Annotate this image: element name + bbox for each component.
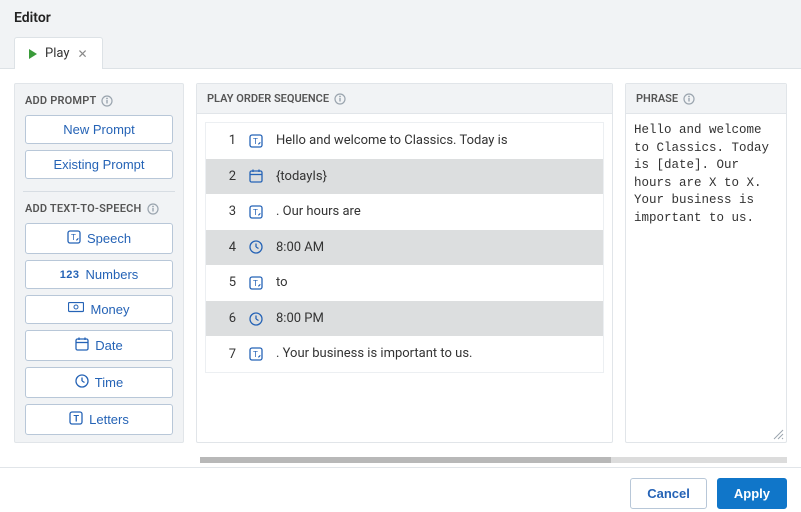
- cancel-label: Cancel: [647, 486, 690, 501]
- svg-text:T: T: [71, 233, 76, 242]
- page-title: Editor: [14, 10, 787, 26]
- date-icon: [248, 168, 264, 184]
- footer: Cancel Apply: [0, 467, 801, 509]
- sequence-text: 8:00 AM: [276, 239, 324, 257]
- tab-play[interactable]: Play ✕: [14, 37, 103, 69]
- info-icon[interactable]: [683, 93, 695, 105]
- editor-header: Editor Play ✕: [0, 0, 801, 69]
- svg-text:T: T: [74, 414, 80, 424]
- apply-button[interactable]: Apply: [717, 478, 787, 509]
- existing-prompt-button[interactable]: Existing Prompt: [25, 150, 173, 179]
- info-icon[interactable]: [334, 93, 346, 105]
- time-label: Time: [95, 375, 123, 390]
- phrase-panel: PHRASE Hello and welcome to Classics. To…: [625, 83, 787, 443]
- phrase-heading: PHRASE: [626, 84, 786, 114]
- calendar-icon: [75, 337, 89, 354]
- content: PLAY ORDER SEQUENCE 1 T Hello and welcome …: [196, 83, 787, 443]
- sequence-text: {todayIs}: [276, 168, 327, 186]
- svg-text:T: T: [253, 279, 258, 288]
- sequence-text: to: [276, 274, 288, 292]
- sequence-text: Hello and welcome to Classics. Today is: [276, 132, 508, 150]
- sequence-text: . Our hours are: [276, 203, 361, 221]
- speech-icon: T: [248, 346, 264, 362]
- info-icon[interactable]: [101, 95, 113, 107]
- new-prompt-button[interactable]: New Prompt: [25, 115, 173, 144]
- sequence-number: 1: [218, 133, 236, 148]
- numbers-button[interactable]: 123 Numbers: [25, 260, 173, 289]
- add-tts-heading-label: ADD TEXT-TO-SPEECH: [25, 202, 142, 215]
- speech-icon: T: [248, 275, 264, 291]
- letters-label: Letters: [89, 412, 129, 427]
- sequence-text: 8:00 PM: [276, 310, 324, 328]
- add-prompt-heading: ADD PROMPT: [25, 94, 173, 107]
- letters-button[interactable]: T Letters: [25, 404, 173, 435]
- numbers-label: Numbers: [86, 267, 139, 282]
- money-label: Money: [90, 302, 129, 317]
- sequence-number: 5: [218, 275, 236, 290]
- horizontal-scrollbar[interactable]: [200, 457, 787, 463]
- date-label: Date: [95, 338, 122, 353]
- tabs: Play ✕: [14, 36, 787, 68]
- sequence-row[interactable]: 3 T . Our hours are: [206, 194, 603, 230]
- svg-text:T: T: [253, 137, 258, 146]
- speech-button[interactable]: T Speech: [25, 223, 173, 254]
- speech-label: Speech: [87, 231, 131, 246]
- divider: [23, 191, 175, 192]
- time-icon: [248, 311, 264, 327]
- numbers-icon: 123: [60, 269, 80, 281]
- sequence-text: . Your business is important to us.: [276, 345, 472, 363]
- speech-icon: T: [67, 230, 81, 247]
- time-button[interactable]: Time: [25, 367, 173, 398]
- sequence-row[interactable]: 5 Tto: [206, 265, 603, 301]
- sequence-row[interactable]: 4 8:00 AM: [206, 230, 603, 266]
- new-prompt-label: New Prompt: [63, 122, 135, 137]
- cancel-button[interactable]: Cancel: [630, 478, 707, 509]
- sequence-row[interactable]: 6 8:00 PM: [206, 301, 603, 337]
- info-icon[interactable]: [147, 203, 159, 215]
- letters-icon: T: [69, 411, 83, 428]
- sequence-row[interactable]: 7 T . Your business is important to us.: [206, 336, 603, 372]
- speech-icon: T: [248, 204, 264, 220]
- sequence-number: 3: [218, 204, 236, 219]
- time-icon: [248, 239, 264, 255]
- scrollbar-thumb[interactable]: [200, 457, 611, 463]
- svg-text:T: T: [253, 208, 258, 217]
- sequence-body: 1 T Hello and welcome to Classics. Today i…: [197, 114, 612, 442]
- existing-prompt-label: Existing Prompt: [53, 157, 144, 172]
- sequence-row[interactable]: 2 {todayIs}: [206, 159, 603, 195]
- date-button[interactable]: Date: [25, 330, 173, 361]
- sequence-row[interactable]: 1 T Hello and welcome to Classics. Today i…: [206, 123, 603, 159]
- sequence-number: 6: [218, 311, 236, 326]
- sequence-number: 2: [218, 169, 236, 184]
- sidebar: ADD PROMPT New Prompt Existing Prompt AD…: [14, 83, 184, 443]
- phrase-text[interactable]: Hello and welcome to Classics. Today is …: [626, 114, 786, 442]
- speech-icon: T: [248, 133, 264, 149]
- money-icon: [68, 302, 84, 317]
- sequence-heading-label: PLAY ORDER SEQUENCE: [207, 92, 329, 105]
- main: ADD PROMPT New Prompt Existing Prompt AD…: [0, 69, 801, 457]
- phrase-heading-label: PHRASE: [636, 92, 678, 105]
- tab-label: Play: [45, 46, 70, 61]
- play-icon: [29, 49, 37, 59]
- apply-label: Apply: [734, 486, 770, 501]
- sequence-list: 1 T Hello and welcome to Classics. Today i…: [205, 122, 604, 373]
- sequence-heading: PLAY ORDER SEQUENCE: [197, 84, 612, 114]
- sequence-number: 7: [218, 347, 236, 362]
- add-tts-heading: ADD TEXT-TO-SPEECH: [25, 202, 173, 215]
- add-prompt-heading-label: ADD PROMPT: [25, 94, 96, 107]
- resize-handle[interactable]: [772, 428, 784, 440]
- close-icon[interactable]: ✕: [78, 47, 88, 61]
- money-button[interactable]: Money: [25, 295, 173, 324]
- clock-icon: [75, 374, 89, 391]
- sequence-number: 4: [218, 240, 236, 255]
- svg-text:T: T: [253, 350, 258, 359]
- play-order-sequence: PLAY ORDER SEQUENCE 1 T Hello and welcome …: [196, 83, 613, 443]
